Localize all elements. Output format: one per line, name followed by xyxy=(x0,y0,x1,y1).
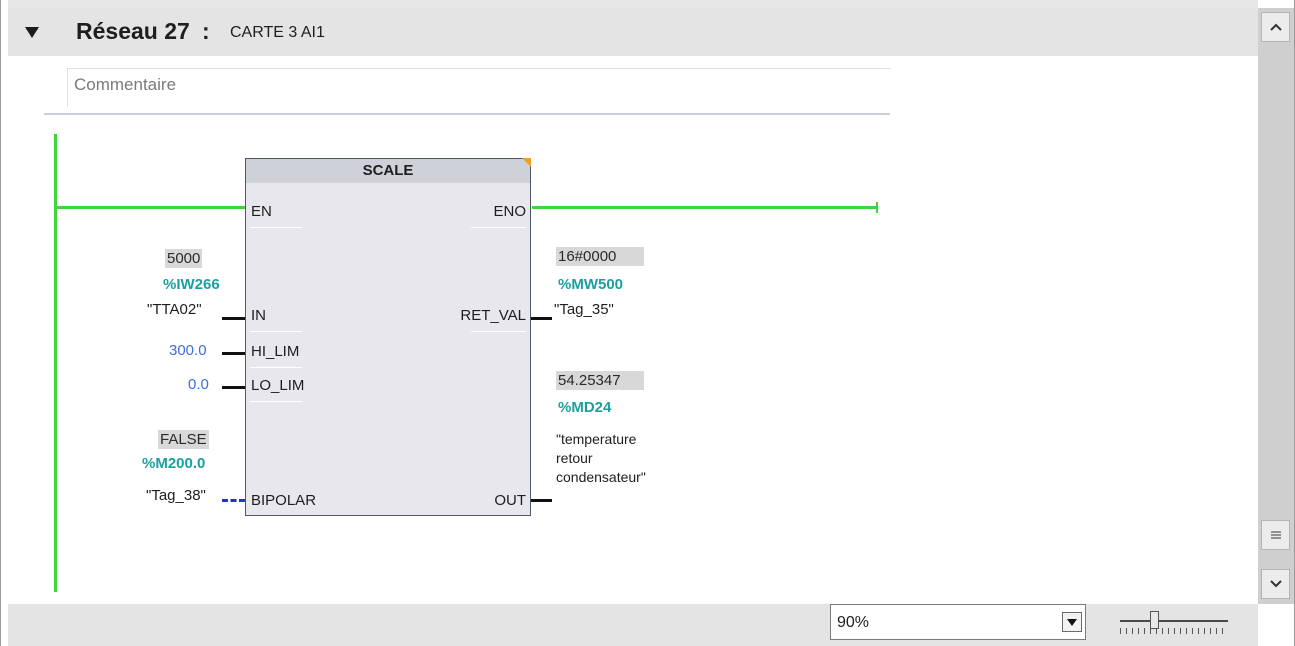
pin-underline xyxy=(250,367,302,368)
network-subtitle[interactable]: CARTE 3 AI1 xyxy=(230,24,325,42)
scroll-up-button[interactable] xyxy=(1261,12,1290,42)
in-monitor-value: 5000 xyxy=(165,249,203,268)
pin-in[interactable]: IN xyxy=(251,307,266,324)
bipolar-address[interactable]: %M200.0 xyxy=(142,455,205,472)
chevron-up-icon xyxy=(1269,23,1282,31)
pin-underline xyxy=(250,227,302,228)
block-corner-flag xyxy=(522,158,531,167)
pin-hi-lim[interactable]: HI_LIM xyxy=(251,343,299,360)
pin-lo-lim[interactable]: LO_LIM xyxy=(251,377,304,394)
pin-underline xyxy=(471,331,526,332)
out-tag-line[interactable]: "temperature xyxy=(556,431,636,447)
zoom-slider[interactable] xyxy=(1120,611,1228,637)
zoom-slider-track xyxy=(1120,620,1228,622)
bipolar-monitor-value: FALSE xyxy=(158,430,209,449)
scroll-down-button[interactable] xyxy=(1261,569,1290,599)
pin-bipolar[interactable]: BIPOLAR xyxy=(251,492,316,509)
zoom-slider-ticks xyxy=(1120,628,1228,634)
top-strip xyxy=(8,0,1258,8)
out-tag-line[interactable]: retour xyxy=(556,450,593,466)
grip-lines-icon xyxy=(1270,531,1281,539)
out-address[interactable]: %MD24 xyxy=(558,399,611,416)
bipolar-tag[interactable]: "Tag_38" xyxy=(146,487,206,504)
comment-placeholder: Commentaire xyxy=(74,75,177,94)
pin-eno[interactable]: ENO xyxy=(493,203,526,220)
vertical-scrollbar[interactable] xyxy=(1258,8,1294,604)
comment-separator xyxy=(44,113,890,115)
pin-out[interactable]: OUT xyxy=(494,492,526,509)
in-tag[interactable]: "TTA02" xyxy=(147,301,202,318)
lo-lim-wire-stub[interactable] xyxy=(222,386,245,389)
ret-val-monitor-value: 16#0000 xyxy=(556,247,644,266)
eno-power-wire[interactable] xyxy=(532,206,878,209)
scroll-thumb[interactable] xyxy=(1261,520,1290,550)
triangle-down-icon[interactable] xyxy=(25,27,39,38)
block-name: SCALE xyxy=(362,162,414,179)
wire-end-marker xyxy=(876,202,878,213)
ret-val-address[interactable]: %MW500 xyxy=(558,276,623,293)
hi-lim-constant[interactable]: 300.0 xyxy=(169,342,207,359)
out-monitor-value: 54.25347 xyxy=(556,371,644,390)
network-title: Réseau 27 xyxy=(76,18,190,44)
out-tag-line[interactable]: condensateur" xyxy=(556,469,646,485)
out-wire-stub[interactable] xyxy=(531,499,552,502)
pin-en[interactable]: EN xyxy=(251,203,272,220)
pin-underline xyxy=(471,227,526,228)
lo-lim-constant[interactable]: 0.0 xyxy=(188,376,209,393)
zoom-select[interactable]: 90% xyxy=(830,604,1086,640)
hi-lim-wire-stub[interactable] xyxy=(222,352,245,355)
bipolar-wire-stub[interactable] xyxy=(222,499,245,502)
chevron-down-icon xyxy=(1269,580,1282,588)
ret-val-wire-stub[interactable] xyxy=(531,317,552,320)
power-rail xyxy=(54,134,57,592)
network-comment-field[interactable]: Commentaire xyxy=(67,68,891,107)
network-title-colon: : xyxy=(202,18,210,44)
chevron-down-icon xyxy=(1067,618,1077,626)
in-address[interactable]: %IW266 xyxy=(163,276,220,293)
zoom-value: 90% xyxy=(837,614,870,631)
pin-underline xyxy=(250,331,302,332)
in-wire-stub[interactable] xyxy=(222,317,245,320)
network-header[interactable]: Réseau 27 : CARTE 3 AI1 xyxy=(8,8,1258,56)
scale-function-block[interactable]: SCALE EN ENO IN RET_VAL HI_LIM LO_LIM BI… xyxy=(245,158,531,516)
en-power-wire[interactable] xyxy=(57,206,246,209)
ret-val-tag[interactable]: "Tag_35" xyxy=(554,301,614,318)
zoom-dropdown-button[interactable] xyxy=(1062,612,1082,632)
zoom-slider-thumb[interactable] xyxy=(1150,611,1159,629)
pin-ret-val[interactable]: RET_VAL xyxy=(460,307,526,324)
pin-underline xyxy=(250,401,302,402)
